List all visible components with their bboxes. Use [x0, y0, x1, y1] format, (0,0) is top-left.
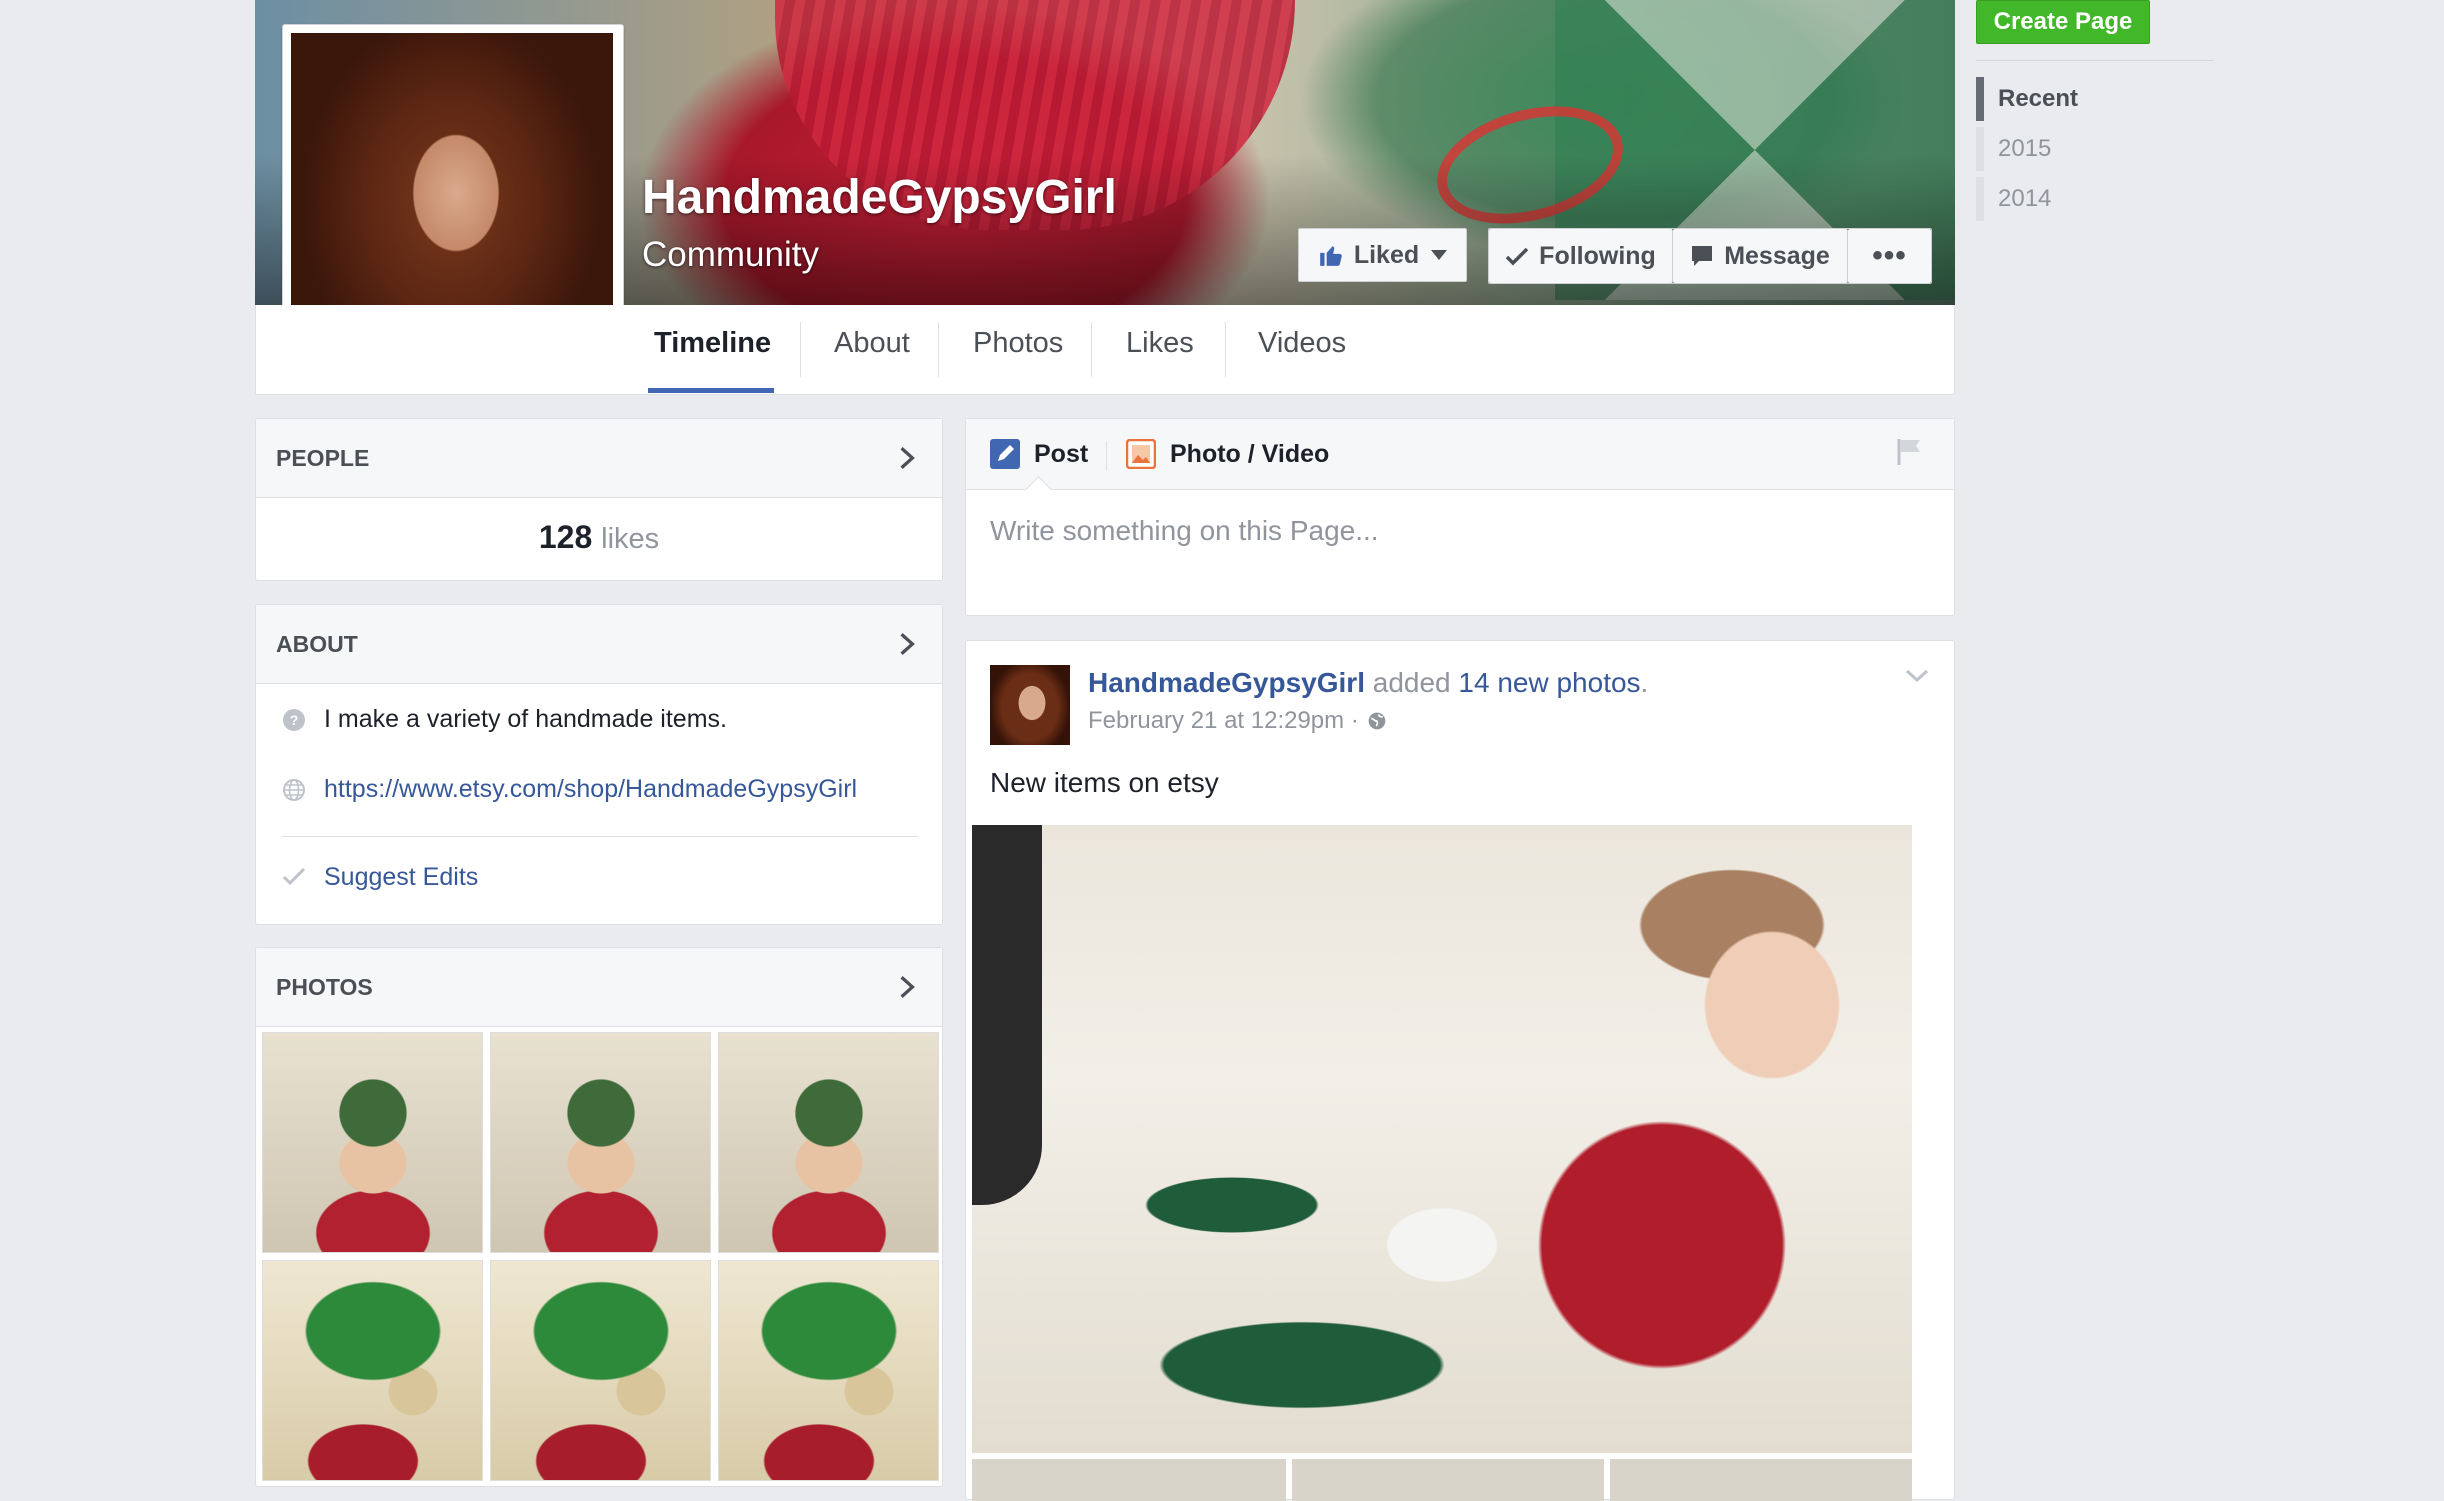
active-tab-indicator [648, 388, 774, 393]
post-composer: Post Photo / Video Write something on th… [965, 418, 1955, 616]
suggest-edits-link[interactable]: Suggest Edits [324, 863, 478, 892]
create-page-button[interactable]: Create Page [1976, 0, 2150, 44]
about-website-row[interactable]: https://www.etsy.com/shop/HandmadeGypsyG… [282, 775, 857, 804]
divider [1976, 60, 2214, 61]
website-link[interactable]: https://www.etsy.com/shop/HandmadeGypsyG… [324, 775, 857, 804]
chevron-down-icon[interactable] [1904, 667, 1930, 685]
composer-separator [1106, 441, 1107, 471]
post-header: HandmadeGypsyGirl added 14 new photos. [1088, 667, 1648, 699]
liked-label: Liked [1353, 240, 1420, 269]
post-photos-link[interactable]: 14 new photos [1458, 667, 1640, 698]
composer-input[interactable]: Write something on this Page... [990, 515, 1379, 547]
composer-photo-label: Photo / Video [1170, 439, 1330, 468]
globe-icon [1367, 711, 1387, 731]
about-card: ABOUT ? I make a variety of handmade ite… [255, 604, 943, 925]
post-timestamp-row: February 21 at 12:29pm · [1088, 707, 1387, 735]
composer-post-label: Post [1034, 439, 1089, 468]
flag-icon[interactable] [1896, 437, 1924, 467]
likes-summary[interactable]: 128 likes [256, 519, 942, 556]
about-header[interactable]: ABOUT [256, 605, 942, 684]
people-card: PEOPLE 128 likes [255, 418, 943, 581]
tab-timeline[interactable]: Timeline [654, 327, 771, 360]
info-icon: ? [282, 708, 306, 732]
photos-header[interactable]: PHOTOS [256, 948, 942, 1027]
more-icon: ••• [1872, 239, 1907, 272]
people-title: PEOPLE [276, 445, 370, 471]
tab-videos[interactable]: Videos [1258, 327, 1346, 360]
photo-thumbnail[interactable] [718, 1032, 939, 1253]
post-photo-thumbnail[interactable] [972, 1459, 1286, 1501]
checkmark-icon [282, 866, 306, 890]
checkmark-icon [1505, 246, 1529, 266]
timeline-year-2014[interactable]: 2014 [1976, 177, 2176, 221]
about-title: ABOUT [276, 631, 358, 657]
page-nav-bar [255, 305, 1955, 395]
photo-thumbnail[interactable] [490, 1260, 711, 1481]
page-category[interactable]: Community [642, 235, 819, 275]
liked-button[interactable]: Liked [1298, 228, 1467, 282]
caret-down-icon [1431, 250, 1448, 260]
message-icon [1690, 244, 1714, 268]
about-description-row: ? I make a variety of handmade items. [282, 705, 727, 734]
composer-photo-tab[interactable]: Photo / Video [1126, 439, 1329, 469]
likes-label: likes [601, 523, 660, 555]
tab-separator [938, 322, 939, 377]
thumbs-up-icon [1318, 242, 1344, 268]
chevron-right-icon[interactable] [894, 631, 920, 657]
tab-about[interactable]: About [834, 327, 910, 360]
svg-text:?: ? [290, 712, 299, 728]
page-name[interactable]: HandmadeGypsyGirl [642, 170, 1117, 225]
more-options-button[interactable]: ••• [1848, 229, 1931, 283]
post-photo-thumbnail[interactable] [1610, 1459, 1912, 1501]
tab-photos[interactable]: Photos [973, 327, 1063, 360]
post-action-text: added [1364, 667, 1459, 698]
tab-separator [800, 322, 801, 377]
message-button[interactable]: Message [1673, 229, 1848, 283]
page-action-group: Following Message ••• [1488, 228, 1932, 284]
composer-post-tab[interactable]: Post [990, 439, 1088, 469]
timeline-year-2015[interactable]: 2015 [1976, 127, 2176, 171]
post-text: New items on etsy [990, 767, 1219, 798]
photo-thumbnail[interactable] [262, 1260, 483, 1481]
post-period: . [1640, 667, 1649, 698]
following-label: Following [1539, 241, 1656, 270]
tab-separator [1225, 322, 1226, 377]
likes-count: 128 [538, 519, 593, 555]
photos-card: PHOTOS [255, 947, 943, 1487]
divider [282, 836, 918, 837]
chevron-right-icon[interactable] [894, 974, 920, 1000]
post-avatar[interactable] [990, 665, 1070, 745]
photo-thumbnail[interactable] [262, 1032, 483, 1253]
following-button[interactable]: Following [1489, 229, 1673, 283]
post-timestamp[interactable]: February 21 at 12:29pm · [1088, 707, 1359, 735]
photos-title: PHOTOS [276, 974, 373, 1000]
post-main-photo[interactable] [972, 825, 1912, 1453]
timeline-post: HandmadeGypsyGirl added 14 new photos. F… [965, 640, 1955, 1501]
photo-thumbnail[interactable] [718, 1260, 939, 1481]
chevron-right-icon[interactable] [894, 445, 920, 471]
people-header[interactable]: PEOPLE [256, 419, 942, 498]
photo-thumbnail[interactable] [490, 1032, 711, 1253]
post-photo-thumbnail[interactable] [1292, 1459, 1604, 1501]
post-author-link[interactable]: HandmadeGypsyGirl [1088, 667, 1365, 698]
about-description: I make a variety of handmade items. [324, 705, 727, 733]
pencil-icon [990, 439, 1020, 469]
suggest-edits-row[interactable]: Suggest Edits [282, 863, 478, 892]
composer-tabs: Post Photo / Video [966, 419, 1954, 490]
message-label: Message [1724, 241, 1830, 270]
globe-icon [282, 778, 306, 802]
tab-separator [1091, 322, 1092, 377]
timeline-year-recent[interactable]: Recent [1976, 77, 2176, 121]
tab-likes[interactable]: Likes [1126, 327, 1194, 360]
photo-icon [1126, 439, 1156, 469]
